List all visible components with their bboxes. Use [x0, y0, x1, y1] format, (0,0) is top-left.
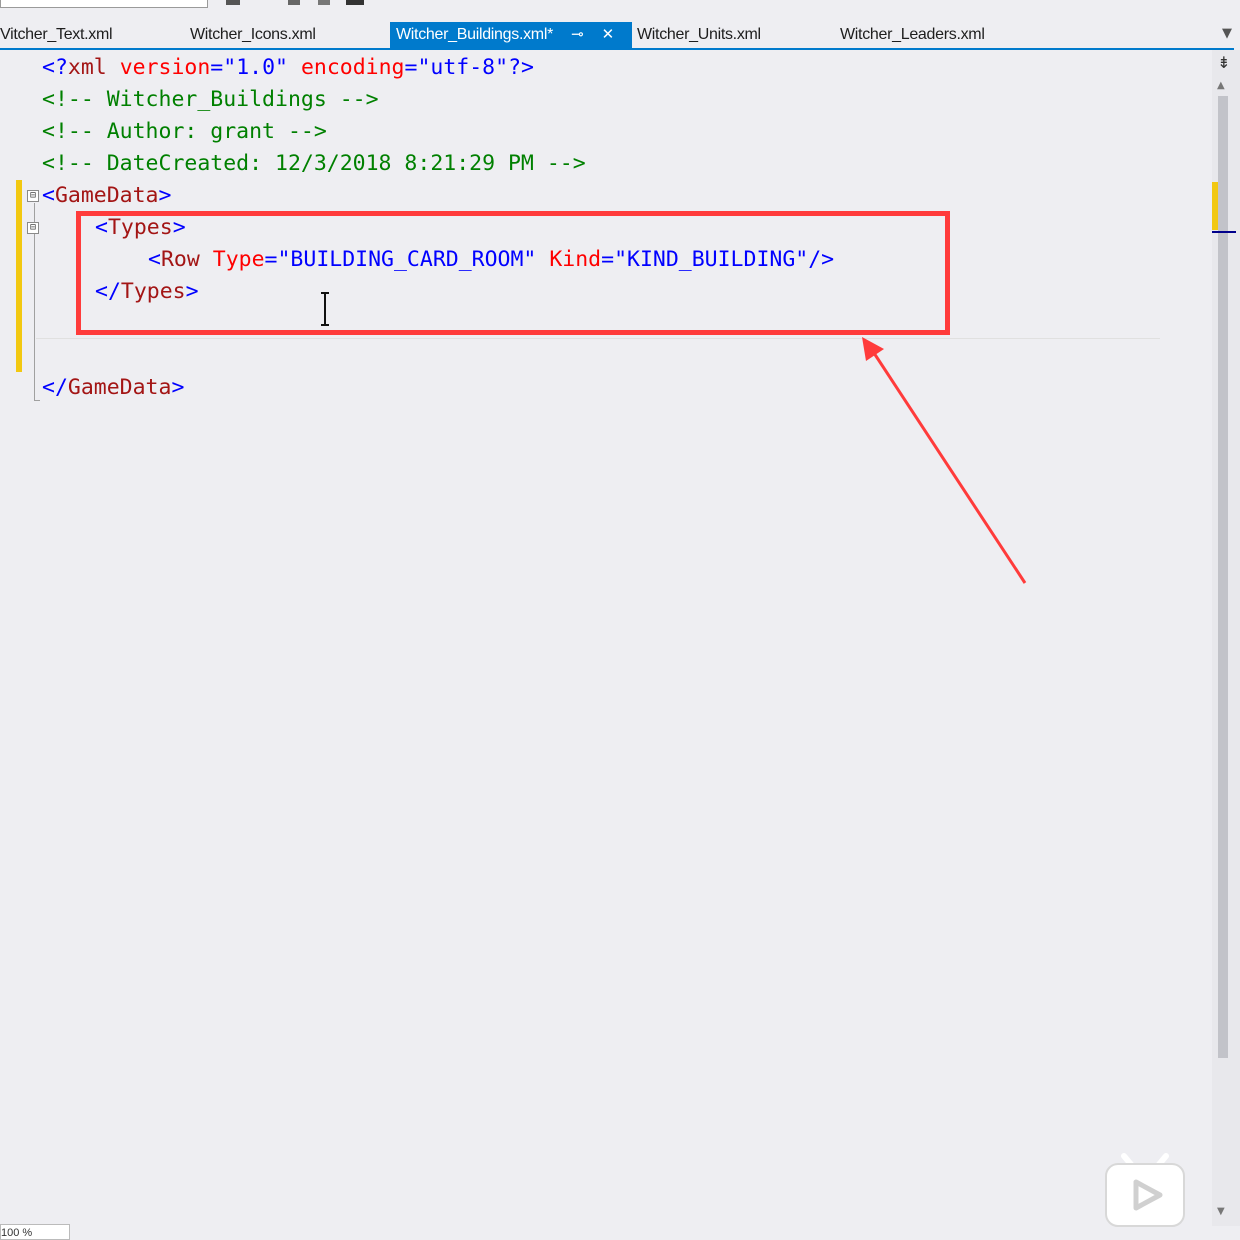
- fold-toggle-types[interactable]: ⊟: [27, 222, 39, 234]
- fold-toggle-gamedata[interactable]: ⊟: [27, 190, 39, 202]
- scroll-up-icon[interactable]: ▲: [1217, 80, 1225, 91]
- code-line-1: <?xml version="1.0" encoding="utf-8"?>: [42, 55, 534, 80]
- code-line-4: <!-- DateCreated: 12/3/2018 8:21:29 PM -…: [42, 151, 586, 176]
- current-line-indicator: [36, 338, 1160, 339]
- code-line-3: <!-- Author: grant -->: [42, 119, 327, 144]
- tab-label: Vitcher_Text.xml: [0, 26, 113, 43]
- video-play-logo-icon: [1105, 1153, 1185, 1227]
- toolbar-button[interactable]: [318, 0, 330, 5]
- scroll-down-icon[interactable]: ▼: [1217, 1206, 1225, 1217]
- chevron-down-icon[interactable]: ▼: [1222, 26, 1232, 41]
- split-window-icon[interactable]: ⇟: [1216, 54, 1232, 72]
- fold-outline-end: [34, 400, 40, 401]
- toolbar-button[interactable]: [226, 0, 240, 5]
- scrollbar-change-marker: [1212, 182, 1218, 230]
- pin-icon[interactable]: ⊸: [571, 22, 584, 48]
- toolbar-button[interactable]: [288, 0, 300, 5]
- code-line-5: <GameData>: [42, 183, 172, 208]
- tab-witcher-text[interactable]: Vitcher_Text.xml: [0, 22, 113, 48]
- close-icon[interactable]: ✕: [602, 22, 615, 48]
- annotation-highlight-box: [76, 211, 950, 335]
- tab-witcher-units[interactable]: Witcher_Units.xml: [637, 22, 761, 48]
- tab-label: Witcher_Buildings.xml*: [396, 26, 554, 43]
- tab-label: Witcher_Units.xml: [637, 26, 761, 43]
- tab-label: Witcher_Leaders.xml: [840, 26, 985, 43]
- scrollbar-caret-position: [1212, 231, 1236, 233]
- tab-witcher-buildings[interactable]: Witcher_Buildings.xml* ⊸ ✕: [390, 22, 632, 48]
- code-line-2: <!-- Witcher_Buildings -->: [42, 87, 379, 112]
- toolbar-button[interactable]: [346, 0, 364, 5]
- zoom-level-dropdown[interactable]: 100 %: [0, 1224, 70, 1240]
- tab-label: Witcher_Icons.xml: [190, 26, 316, 43]
- editor-bottom-bar: [0, 1226, 1240, 1237]
- solution-config-dropdown[interactable]: [0, 0, 208, 8]
- tab-witcher-icons[interactable]: Witcher_Icons.xml: [190, 22, 316, 48]
- code-line-10: </GameData>: [42, 375, 185, 400]
- tab-witcher-leaders[interactable]: Witcher_Leaders.xml: [840, 22, 985, 48]
- change-marker: [16, 180, 22, 372]
- scrollbar-thumb[interactable]: [1218, 96, 1228, 1058]
- toolbar: [0, 0, 1240, 14]
